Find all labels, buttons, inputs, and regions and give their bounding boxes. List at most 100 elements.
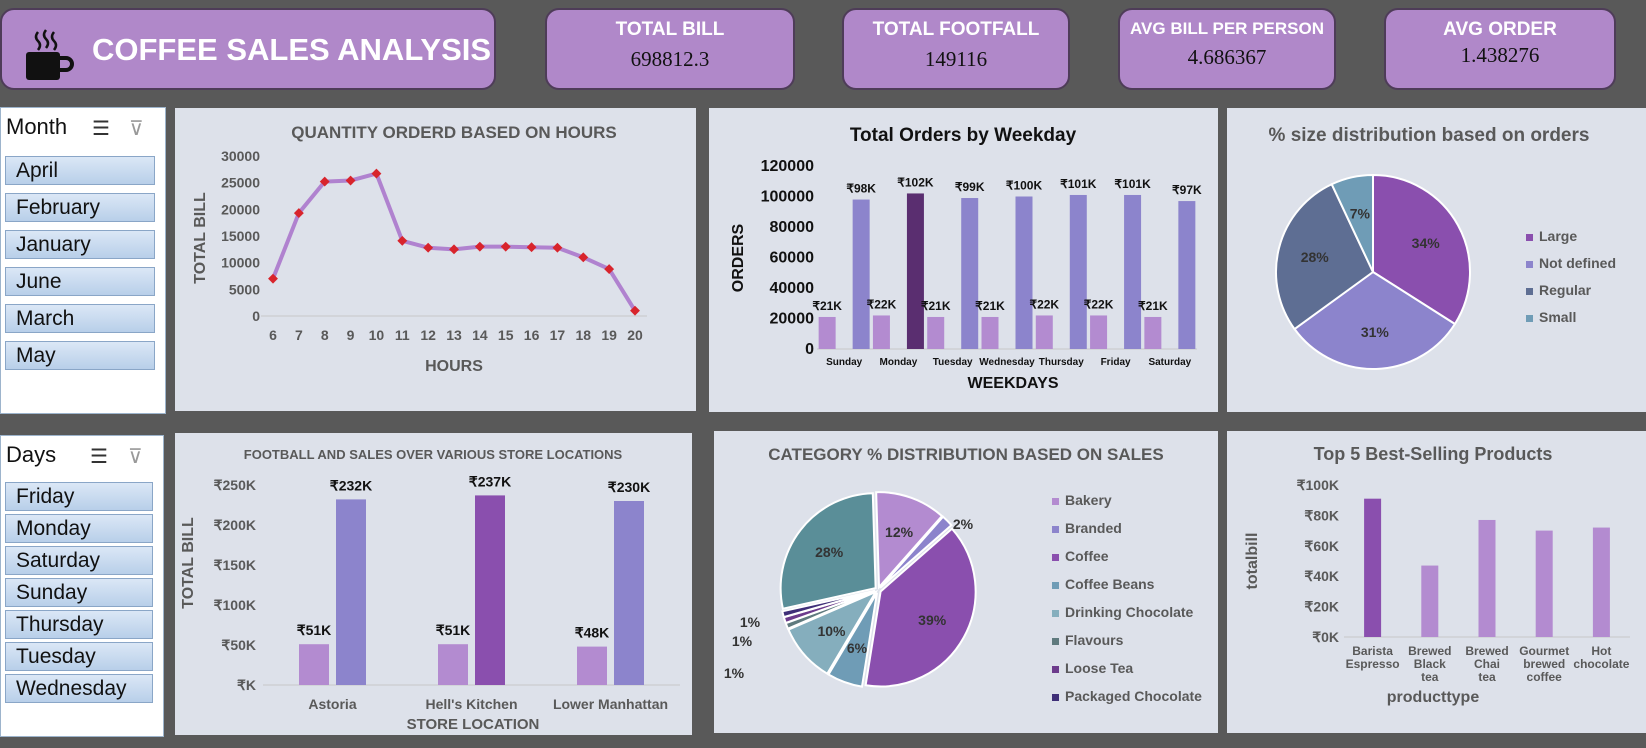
legend-marker <box>1052 582 1059 589</box>
y-axis-title: TOTAL BILL <box>180 517 197 609</box>
x-tick-label: 11 <box>395 327 410 343</box>
y-tick-label: ₹100K <box>1297 477 1339 493</box>
x-tick-label: Saturday <box>1148 357 1191 368</box>
x-tick-label: chocolate <box>1573 657 1629 671</box>
legend-marker <box>1052 638 1059 645</box>
month-slicer[interactable]: Month ☰ ⊽ April February January June Ma… <box>0 107 166 414</box>
chart-title: Top 5 Best-Selling Products <box>1314 444 1553 464</box>
x-tick-label: Sunday <box>826 357 863 368</box>
slicer-item-sunday[interactable]: Sunday <box>5 578 153 607</box>
chart-title: QUANTITY ORDERD BASED ON HOURS <box>291 123 617 142</box>
x-tick-label: Hell's Kitchen <box>425 696 517 712</box>
chart-title: Total Orders by Weekday <box>850 125 1077 146</box>
x-tick-label: tea <box>1421 670 1439 684</box>
chart-title: FOOTBALL AND SALES OVER VARIOUS STORE LO… <box>244 447 623 462</box>
x-tick-label: tea <box>1478 670 1496 684</box>
data-label: ₹237K <box>469 473 511 489</box>
slicer-item-saturday[interactable]: Saturday <box>5 546 153 575</box>
products-chart-panel: Top 5 Best-Selling Products ₹0K ₹20K ₹40K ₹6… <box>1227 431 1646 733</box>
slicer-item-january[interactable]: January <box>5 230 155 259</box>
y-tick-label: ₹150K <box>214 557 256 573</box>
bar <box>1478 519 1496 637</box>
data-point <box>500 241 511 252</box>
bar <box>927 316 945 349</box>
data-label: 39% <box>918 612 947 628</box>
data-label: ₹22K <box>867 297 897 311</box>
multi-select-icon[interactable]: ☰ <box>90 444 108 469</box>
data-label: 28% <box>815 544 844 560</box>
x-tick-label: Chai <box>1474 657 1500 671</box>
bar <box>577 646 607 685</box>
slicer-item-february[interactable]: February <box>5 193 155 222</box>
y-tick-label: 80000 <box>770 219 815 236</box>
slicer-item-may[interactable]: May <box>5 341 155 370</box>
bar <box>336 499 366 685</box>
slicer-item-tuesday[interactable]: Tuesday <box>5 642 153 671</box>
slicer-item-march[interactable]: March <box>5 304 155 333</box>
data-label: ₹51K <box>436 622 471 638</box>
legend-marker <box>1052 554 1059 561</box>
y-tick-label: 100000 <box>761 189 814 206</box>
bar <box>299 644 329 685</box>
series-line <box>271 171 637 312</box>
data-label: ₹102K <box>897 175 934 189</box>
bar <box>818 316 836 349</box>
legend-marker <box>1052 498 1059 505</box>
bar <box>614 501 644 685</box>
data-label: ₹21K <box>812 299 842 313</box>
legend-label: Branded <box>1065 520 1122 536</box>
y-tick-label: 40000 <box>770 280 815 297</box>
slicer-item-wednesday[interactable]: Wednesday <box>5 674 153 703</box>
size-pie-chart: % size distribution based on orders 34% 31… <box>1269 125 1616 370</box>
size-chart-panel: % size distribution based on orders 34% 31… <box>1227 108 1646 412</box>
x-tick-label: coffee <box>1527 670 1563 684</box>
x-tick-label: 8 <box>321 327 329 343</box>
clear-filter-icon[interactable]: ⊽ <box>128 444 143 469</box>
data-label: ₹22K <box>1029 297 1059 311</box>
bar <box>852 199 870 349</box>
y-tick-label: 0 <box>805 341 814 358</box>
bar <box>1178 201 1196 349</box>
x-tick-label: 13 <box>446 327 462 343</box>
x-tick-label: Wednesday <box>979 357 1035 368</box>
y-tick-label: ₹20K <box>1304 599 1339 615</box>
kpi-value: 149116 <box>924 47 988 71</box>
x-tick-label: Hot <box>1591 644 1611 658</box>
x-tick-label: brewed <box>1523 657 1565 671</box>
slicer-item-friday[interactable]: Friday <box>5 482 153 511</box>
bar <box>475 495 505 685</box>
legend-label: Drinking Chocolate <box>1065 604 1194 620</box>
data-label: 31% <box>1361 324 1390 340</box>
y-tick-label: ₹50K <box>221 637 256 653</box>
slicer-item-thursday[interactable]: Thursday <box>5 610 153 639</box>
data-label: ₹101K <box>1060 177 1097 191</box>
legend-label: Coffee Beans <box>1065 576 1155 592</box>
legend-label: Small <box>1539 309 1576 325</box>
kpi-value: 4.686367 <box>1187 45 1267 69</box>
slicer-header: Month <box>6 114 68 139</box>
bar <box>906 193 924 349</box>
bar <box>438 644 468 685</box>
multi-select-icon[interactable]: ☰ <box>92 116 110 141</box>
category-chart-panel: CATEGORY % DISTRIBUTION BASED ON SALES 12… <box>714 431 1218 733</box>
legend-marker <box>1052 694 1059 701</box>
y-tick-label: 60000 <box>770 250 815 267</box>
slicer-item-april[interactable]: April <box>5 156 155 185</box>
slicer-item-june[interactable]: June <box>5 267 155 296</box>
chart-title: CATEGORY % DISTRIBUTION BASED ON SALES <box>768 445 1163 464</box>
legend-label: Packaged Chocolate <box>1065 688 1202 704</box>
y-tick-label: ₹100K <box>214 597 256 613</box>
kpi-total-footfall: TOTAL FOOTFALL 149116 <box>842 8 1070 90</box>
clear-filter-icon[interactable]: ⊽ <box>129 116 144 141</box>
hours-line-chart: QUANTITY ORDERD BASED ON HOURS 0 5000 10000… <box>192 123 647 375</box>
data-label: 2% <box>953 516 974 532</box>
slicer-item-monday[interactable]: Monday <box>5 514 153 543</box>
data-label: ₹100K <box>1006 179 1043 193</box>
days-slicer[interactable]: Days ☰ ⊽ Friday Monday Saturday Sunday T… <box>0 435 164 737</box>
legend-label: Not defined <box>1539 255 1616 271</box>
x-tick-label: 16 <box>524 327 540 343</box>
x-axis-title: WEEKDAYS <box>968 375 1059 392</box>
x-tick-label: Barista <box>1352 644 1393 658</box>
kpi-label: TOTAL BILL <box>615 19 725 40</box>
x-tick-label: Friday <box>1101 357 1131 368</box>
